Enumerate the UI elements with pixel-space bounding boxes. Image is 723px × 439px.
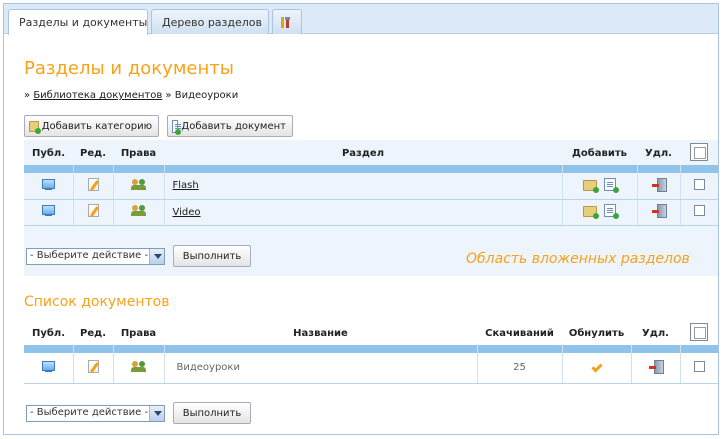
breadcrumb: » Библиотека документов » Видеоуроки [24,90,238,101]
reset-check-icon[interactable] [590,361,603,373]
col-header-reset: Обнулить [568,328,625,339]
tab-sections-documents[interactable]: Разделы и документы [8,9,148,35]
publish-icon[interactable] [41,205,55,216]
col-header-publish: Публ. [32,148,65,159]
tab-section-tree[interactable]: Дерево разделов [151,9,269,34]
add-subsection-icon[interactable] [583,179,600,193]
add-document-icon[interactable] [603,177,619,193]
col-header-delete: Удл. [642,328,669,339]
breadcrumb-separator: » [24,90,31,101]
delete-icon[interactable] [648,359,664,374]
row-checkbox[interactable] [693,178,705,190]
button-label: Выполнить [182,250,242,262]
col-header-edit: Ред. [80,328,106,339]
col-header-edit: Ред. [80,148,106,159]
rights-icon[interactable] [130,178,147,190]
tab-tools[interactable] [272,9,302,34]
sections-execute-button[interactable]: Выполнить [173,245,251,267]
edit-icon[interactable] [87,177,99,191]
button-label: Добавить документ [181,120,286,132]
rights-icon[interactable] [130,360,147,372]
delete-icon[interactable] [651,204,667,218]
chevron-down-icon [149,406,164,421]
col-header-delete: Удл. [645,148,672,159]
documents-execute-button[interactable]: Выполнить [173,402,251,424]
table-row: Flash [24,173,718,200]
app-window: Разделы и документы Дерево разделов Разд… [3,3,719,435]
button-label: Добавить категорию [41,120,152,132]
breadcrumb-separator: » [165,90,172,101]
documents-table: Публ. Ред. Права Название Скачиваний Обн… [24,322,718,384]
document-downloads: 25 [477,353,563,384]
sections-action-select[interactable]: - Выберите действие - [26,248,165,265]
document-name[interactable]: Видеоуроки [164,353,478,384]
table-row: Video [24,199,718,226]
table-row: Видеоуроки 25 [24,353,718,384]
col-header-name: Название [293,328,348,339]
sections-table: Публ. Ред. Права Раздел Добавить Удл. Fl… [24,142,718,226]
col-header-rights: Права [120,148,157,159]
breadcrumb-current: Видеоуроки [174,90,239,101]
tools-icon [281,17,290,28]
col-header-section: Раздел [341,148,385,159]
section-link-flash[interactable]: Flash [164,173,563,200]
nested-sections-annotation: Область вложенных разделов [466,251,690,267]
select-all-checkbox[interactable] [690,323,708,341]
breadcrumb-link-library[interactable]: Библиотека документов [33,90,162,101]
add-document-icon [172,119,183,135]
add-folder-icon [29,120,41,134]
page-title: Разделы и документы [24,58,234,79]
row-checkbox[interactable] [693,205,705,216]
documents-section-title: Список документов [24,294,170,310]
edit-icon[interactable] [87,359,99,373]
edit-icon[interactable] [87,204,99,217]
col-header-downloads: Скачиваний [485,328,554,339]
rights-icon[interactable] [130,205,147,216]
section-link-video[interactable]: Video [164,199,563,226]
add-subsection-icon[interactable] [583,206,600,219]
publish-icon[interactable] [41,178,55,190]
col-header-select-all [680,142,718,165]
select-all-checkbox[interactable] [690,143,708,161]
button-label: Выполнить [182,407,242,419]
tab-label: Разделы и документы [19,16,148,29]
col-header-add: Добавить [572,148,627,159]
add-category-button[interactable]: Добавить категорию [24,115,159,137]
select-value: - Выберите действие - [30,250,149,261]
row-checkbox[interactable] [693,360,705,372]
col-header-select-all [680,322,718,345]
select-value: - Выберите действие - [30,407,149,418]
publish-icon[interactable] [41,360,55,372]
tab-label: Дерево разделов [162,16,263,29]
chevron-down-icon [149,249,164,264]
col-header-publish: Публ. [32,328,65,339]
add-document-button[interactable]: Добавить документ [167,115,293,137]
add-document-icon[interactable] [603,204,619,219]
delete-icon[interactable] [651,177,667,192]
col-header-rights: Права [120,328,157,339]
tab-bar: Разделы и документы Дерево разделов [4,4,718,35]
documents-action-select[interactable]: - Выберите действие - [26,405,165,422]
